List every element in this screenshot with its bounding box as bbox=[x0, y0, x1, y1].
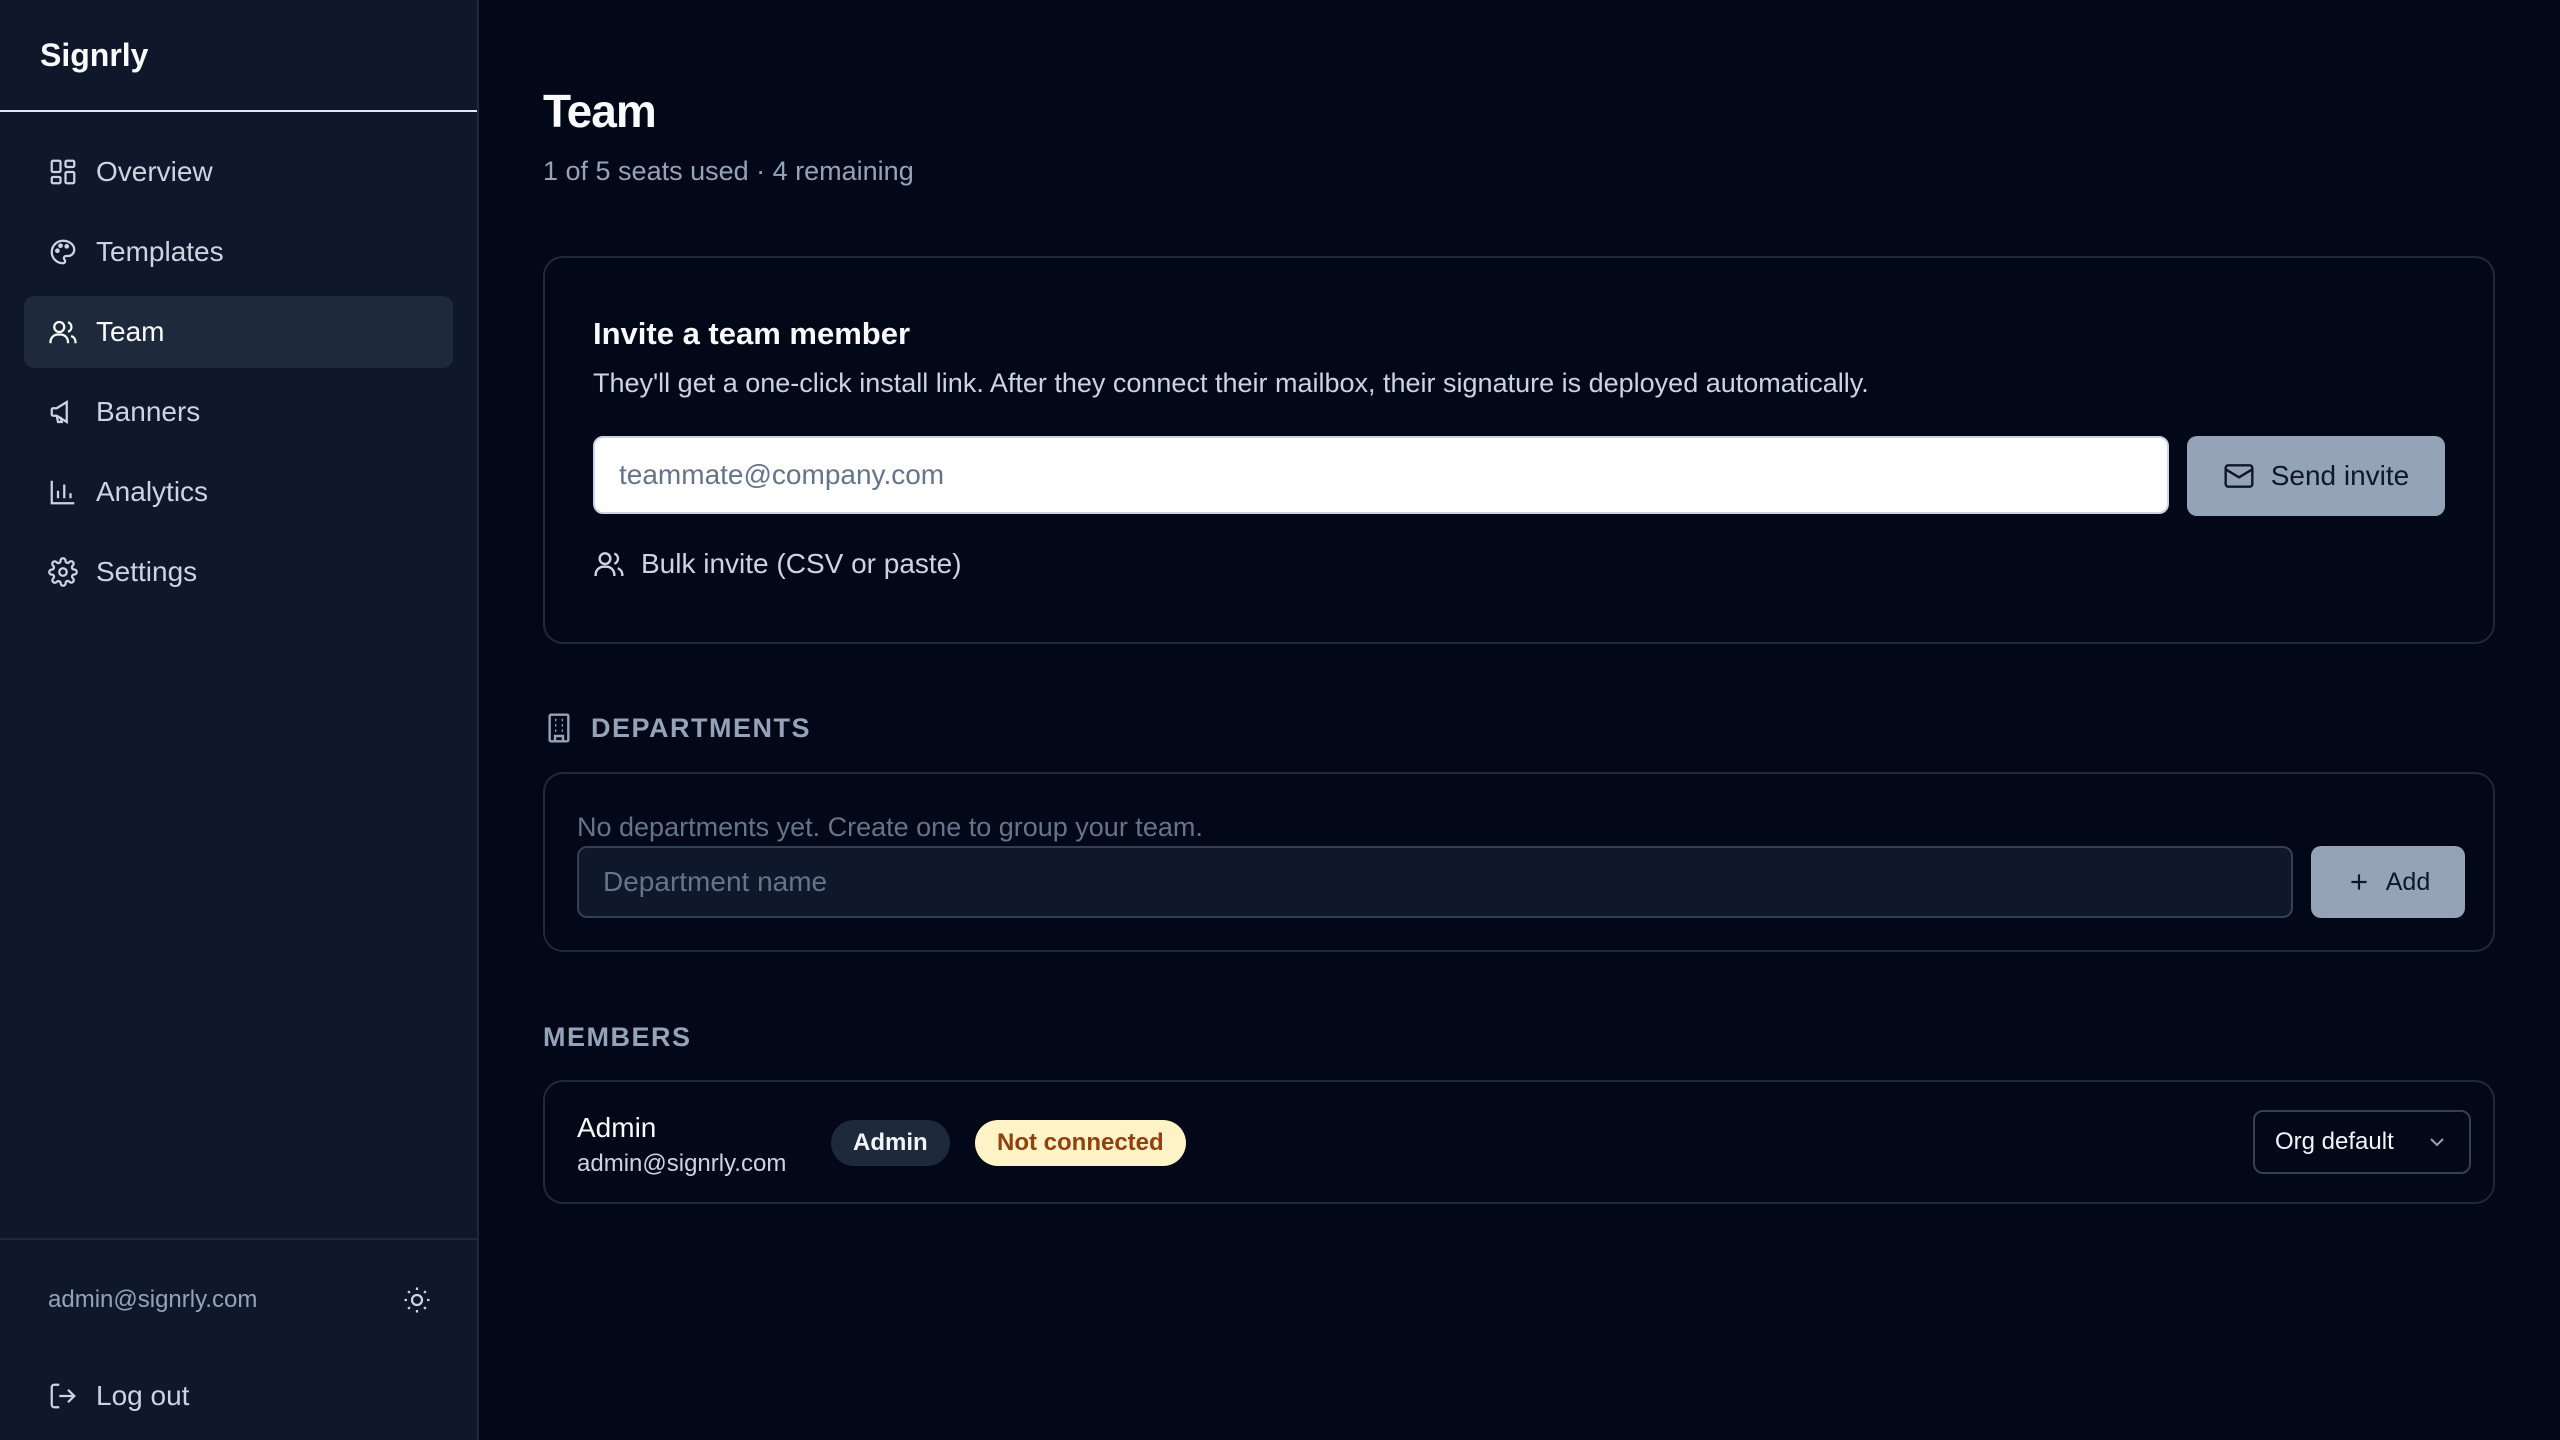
grid-icon bbox=[50, 159, 76, 185]
bar-chart-icon bbox=[50, 480, 75, 505]
page-title: Team bbox=[543, 85, 657, 137]
theme-toggle-button[interactable] bbox=[399, 1282, 435, 1318]
user-row: admin@signrly.com bbox=[0, 1240, 477, 1360]
role-badge: Admin bbox=[831, 1120, 950, 1166]
invite-title: Invite a team member bbox=[593, 316, 911, 351]
template-select[interactable]: Org default bbox=[2253, 1110, 2471, 1174]
sidebar-item-team[interactable]: Team bbox=[24, 296, 453, 368]
sidebar-footer: admin@signrly.com Log out bbox=[0, 1238, 477, 1440]
sidebar-item-label: Team bbox=[96, 316, 165, 347]
building-icon bbox=[548, 713, 570, 743]
send-invite-label: Send invite bbox=[2270, 460, 2410, 491]
megaphone-icon bbox=[50, 399, 68, 425]
member-name: Admin bbox=[577, 1112, 657, 1143]
departments-empty-text: No departments yet. Create one to group … bbox=[577, 812, 1203, 842]
bulk-invite-button[interactable]: Bulk invite (CSV or paste) bbox=[593, 548, 962, 580]
palette-icon bbox=[50, 239, 76, 265]
sidebar-item-label: Settings bbox=[96, 556, 198, 587]
invite-description: They'll get a one-click install link. Af… bbox=[593, 368, 1869, 398]
gear-icon bbox=[48, 557, 78, 587]
app-root: Signrly Overview Templates Team Banners … bbox=[0, 0, 2560, 1440]
template-select-value: Org default bbox=[2275, 1128, 2394, 1155]
seat-usage-text: 1 of 5 seats used · 4 remaining bbox=[543, 156, 914, 186]
invite-card: Invite a team member They'll get a one-c… bbox=[543, 256, 2495, 644]
sidebar-nav: Overview Templates Team Banners Analytic… bbox=[0, 112, 477, 608]
logout-button[interactable]: Log out bbox=[0, 1360, 477, 1432]
plus-icon bbox=[2351, 874, 2367, 890]
logout-icon bbox=[50, 1383, 76, 1409]
departments-card: No departments yet. Create one to group … bbox=[543, 772, 2495, 952]
members-heading-label: MEMBERS bbox=[543, 1022, 692, 1052]
sidebar-item-label: Banners bbox=[96, 396, 201, 427]
chevron-down-icon bbox=[2430, 1138, 2444, 1147]
sidebar-item-analytics[interactable]: Analytics bbox=[24, 456, 453, 528]
members-heading: MEMBERS bbox=[543, 1022, 692, 1053]
sidebar-item-label: Analytics bbox=[96, 476, 209, 507]
invite-email-input[interactable] bbox=[593, 436, 2169, 514]
sidebar-item-overview[interactable]: Overview bbox=[24, 136, 453, 208]
department-name-input[interactable] bbox=[577, 846, 2293, 918]
app-logo[interactable]: Signrly bbox=[0, 0, 477, 112]
sidebar-item-label: Overview bbox=[96, 156, 213, 187]
logout-label: Log out bbox=[96, 1380, 190, 1411]
sidebar-item-settings[interactable]: Settings bbox=[24, 536, 453, 608]
departments-heading: DEPARTMENTS bbox=[543, 712, 811, 744]
sidebar-item-label: Templates bbox=[96, 236, 224, 267]
users-icon bbox=[49, 320, 77, 344]
departments-heading-label: DEPARTMENTS bbox=[591, 712, 812, 743]
bulk-invite-label: Bulk invite (CSV or paste) bbox=[641, 548, 962, 579]
mail-icon bbox=[2224, 464, 2254, 488]
sidebar: Signrly Overview Templates Team Banners … bbox=[0, 0, 479, 1440]
sun-icon bbox=[404, 1287, 430, 1313]
member-row: Admin admin@signrly.com Admin Not connec… bbox=[543, 1080, 2495, 1204]
sidebar-item-templates[interactable]: Templates bbox=[24, 216, 453, 288]
user-email: admin@signrly.com bbox=[48, 1286, 258, 1313]
users-icon bbox=[594, 552, 624, 576]
add-department-button[interactable]: Add bbox=[2311, 846, 2465, 918]
main-content: Team 1 of 5 seats used · 4 remaining Inv… bbox=[479, 0, 2560, 1440]
add-department-label: Add bbox=[2385, 867, 2431, 896]
sidebar-item-banners[interactable]: Banners bbox=[24, 376, 453, 448]
status-badge: Not connected bbox=[975, 1120, 1186, 1166]
send-invite-button[interactable]: Send invite bbox=[2187, 436, 2445, 516]
member-email: admin@signrly.com bbox=[577, 1150, 787, 1177]
